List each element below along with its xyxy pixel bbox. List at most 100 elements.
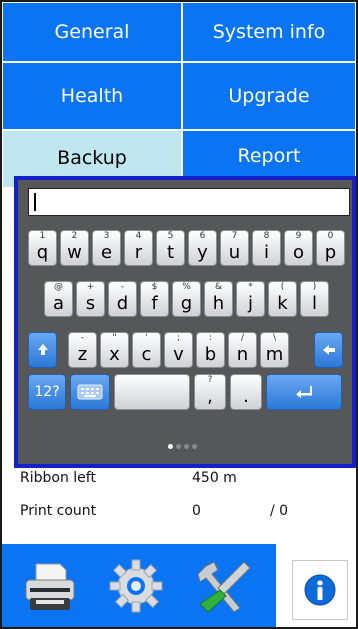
key-f-label: f (151, 293, 158, 314)
key-b-symbol: : (208, 333, 213, 343)
key-i-label: i (263, 242, 269, 263)
tab-general[interactable]: General (2, 2, 182, 62)
key-v[interactable]: ; v (164, 332, 193, 368)
keyboard-icon (77, 384, 103, 400)
info-icon (304, 574, 336, 606)
keyboard-text-input[interactable] (28, 188, 350, 216)
tab-upgrade[interactable]: Upgrade (182, 62, 356, 130)
space-key[interactable] (114, 374, 190, 410)
key-x-symbol: " (112, 333, 117, 343)
key-z[interactable]: -z (68, 332, 97, 368)
key-y[interactable]: 6y (188, 230, 217, 266)
printer-button[interactable] (22, 558, 78, 614)
key-t[interactable]: 5t (156, 230, 185, 266)
key-b[interactable]: :b (196, 332, 225, 368)
key-a[interactable]: @ a (44, 281, 73, 317)
key-z-label: z (77, 344, 88, 365)
key-b-label: b (204, 344, 217, 365)
enter-key[interactable] (266, 374, 342, 410)
key-d[interactable]: -d (108, 281, 137, 317)
page-dot (192, 443, 197, 449)
key-s[interactable]: + s (76, 281, 105, 317)
key-s-label: s (85, 293, 96, 314)
key-e[interactable]: 3e (92, 230, 121, 266)
key-c[interactable]: ' c (132, 332, 161, 368)
tab-system-info[interactable]: System info (182, 2, 356, 62)
print-count-value: 0 (192, 503, 201, 519)
key-w[interactable]: 2w (60, 230, 89, 266)
key-n-symbol: / (240, 333, 245, 343)
on-screen-keyboard: 1q2w3e4r5t6y7u8i9o0p @ a + s - d $ f% g & h * j(k) l … (14, 176, 356, 468)
key-comma-label: , (207, 386, 213, 407)
key-j-label: j (247, 293, 253, 314)
key-n[interactable]: / n (228, 332, 257, 368)
key-u[interactable]: 7u (220, 230, 249, 266)
key-r[interactable]: 4r (124, 230, 153, 266)
page-dot (184, 443, 189, 449)
key-q-label: q (36, 242, 49, 263)
keyboard-page-indicator (168, 442, 197, 450)
key-a-label: a (52, 293, 65, 314)
key-x[interactable]: " x (100, 332, 129, 368)
key-q[interactable]: 1q (28, 230, 57, 266)
key-d-label: d (116, 293, 129, 314)
key-k-label: k (277, 293, 288, 314)
key-s-symbol: + (86, 282, 95, 292)
info-button[interactable] (292, 560, 348, 620)
key-m-symbol: \ (272, 333, 277, 343)
tab-health[interactable]: Health (2, 62, 182, 130)
key-j-symbol: * (248, 282, 253, 292)
shift-arrow-icon (37, 344, 48, 355)
key-z-symbol: - (80, 333, 85, 343)
key-o-symbol: 9 (295, 231, 302, 241)
key-d-symbol: - (120, 282, 125, 292)
key-h-label: h (212, 293, 225, 314)
key-q-symbol: 1 (39, 231, 46, 241)
page-dot-active (168, 443, 173, 449)
numbers-toggle-key[interactable]: 12? (28, 374, 66, 410)
key-comma[interactable]: ? , (194, 374, 226, 410)
key-g[interactable]: % g (172, 281, 201, 317)
key-e-symbol: 3 (103, 231, 110, 241)
key-period[interactable]: . (230, 374, 262, 410)
backspace-key[interactable] (314, 332, 343, 368)
key-n-label: n (236, 344, 249, 365)
keyboard-layout-key[interactable] (70, 374, 110, 410)
key-f-symbol: $ (151, 282, 158, 292)
key-p[interactable]: 0p (316, 230, 345, 266)
key-m-label: m (265, 344, 284, 365)
tools-button[interactable] (194, 556, 254, 616)
key-h[interactable]: & h (204, 281, 233, 317)
key-o[interactable]: 9o (284, 230, 313, 266)
key-g-symbol: % (182, 282, 191, 292)
key-p-symbol: 0 (327, 231, 334, 241)
key-e-label: e (100, 242, 113, 263)
key-x-label: x (109, 344, 120, 365)
key-w-label: w (67, 242, 82, 263)
settings-button[interactable] (106, 556, 166, 616)
text-caret (34, 193, 36, 211)
key-o-label: o (292, 242, 304, 263)
key-t-symbol: 5 (167, 231, 174, 241)
key-l[interactable]: ) l (300, 281, 329, 317)
key-k[interactable]: (k (268, 281, 297, 317)
key-f[interactable]: $ f (140, 281, 169, 317)
key-r-label: r (134, 242, 143, 263)
key-i-symbol: 8 (263, 231, 270, 241)
key-i[interactable]: 8i (252, 230, 281, 266)
key-p-label: p (324, 242, 337, 263)
key-r-symbol: 4 (135, 231, 142, 241)
key-a-symbol: @ (54, 282, 63, 292)
key-j[interactable]: * j (236, 281, 265, 317)
numbers-toggle-label: 12? (34, 384, 60, 400)
shift-key[interactable] (28, 332, 57, 368)
key-y-symbol: 6 (199, 231, 206, 241)
tools-icon (197, 561, 251, 613)
key-k-symbol: ( (280, 282, 285, 292)
print-count-total: / 0 (270, 503, 289, 519)
key-m[interactable]: \ m (260, 332, 289, 368)
gear-icon (109, 559, 163, 613)
key-u-symbol: 7 (231, 231, 238, 241)
key-l-symbol: ) (312, 282, 317, 292)
key-u-label: u (228, 242, 241, 263)
